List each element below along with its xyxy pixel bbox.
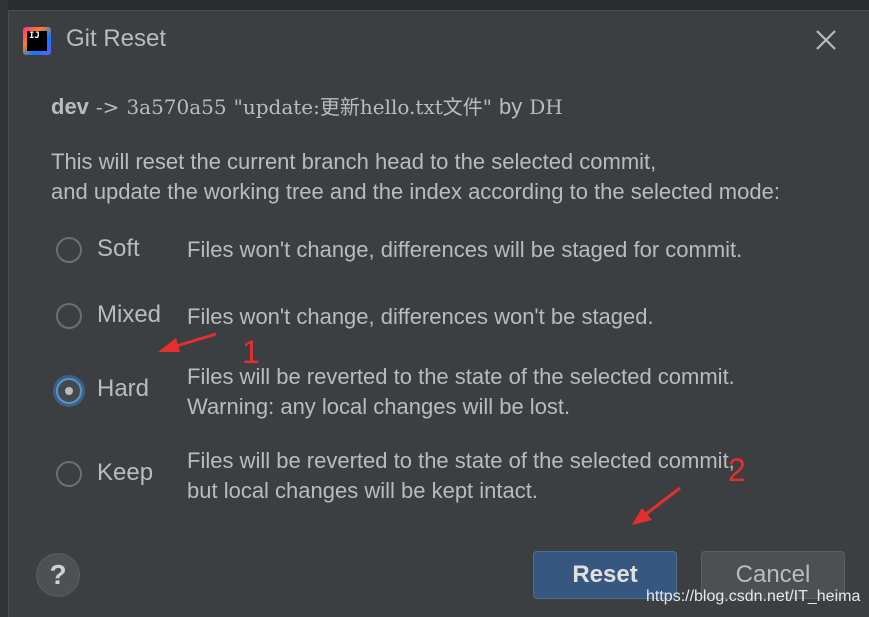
commit-message: "update:更新hello.txt文件" xyxy=(233,95,492,119)
option-desc-line: Files will be reverted to the state of t… xyxy=(187,364,735,389)
watermark-text: https://blog.csdn.net/IT_heima xyxy=(646,588,861,605)
help-button[interactable]: ? xyxy=(36,553,80,597)
commit-summary: dev -> 3a570a55 "update:更新hello.txt文件" b… xyxy=(51,91,563,120)
option-desc-warning: Warning: any local changes will be lost. xyxy=(187,394,571,419)
git-reset-dialog: IJ Git Reset dev -> 3a570a55 "update:更新h… xyxy=(8,10,869,617)
option-label-hard[interactable]: Hard xyxy=(97,375,149,403)
dialog-titlebar: IJ Git Reset xyxy=(9,11,869,69)
option-desc-line: Files won't change, differences will be … xyxy=(187,237,743,262)
option-label-mixed[interactable]: Mixed xyxy=(97,301,161,329)
radio-mixed[interactable] xyxy=(56,303,82,329)
option-desc-line: but local changes will be kept intact. xyxy=(187,478,538,503)
radio-hard[interactable] xyxy=(56,378,82,404)
option-desc-soft: Files won't change, differences will be … xyxy=(187,235,742,265)
window-left-strip xyxy=(0,0,8,617)
description-line: This will reset the current branch head … xyxy=(51,149,657,174)
reset-description: This will reset the current branch head … xyxy=(51,147,780,207)
close-button[interactable] xyxy=(809,23,843,57)
app-icon-text: IJ xyxy=(27,31,47,51)
commit-author: DH xyxy=(529,95,563,119)
branch-name: dev xyxy=(51,94,89,119)
commit-by: by xyxy=(498,94,523,119)
commit-hash: 3a570a55 xyxy=(126,95,227,119)
radio-keep[interactable] xyxy=(56,461,82,487)
radio-soft[interactable] xyxy=(56,237,82,263)
annotation-number-1: 1 xyxy=(242,334,260,370)
option-label-soft[interactable]: Soft xyxy=(97,235,140,263)
annotation-number-2: 2 xyxy=(728,452,746,488)
intellij-app-icon: IJ xyxy=(23,27,51,55)
option-desc-hard: Files will be reverted to the state of t… xyxy=(187,362,735,422)
option-label-keep[interactable]: Keep xyxy=(97,459,153,487)
option-desc-line: Files will be reverted to the state of t… xyxy=(187,448,735,473)
close-icon xyxy=(816,30,836,50)
description-line: and update the working tree and the inde… xyxy=(51,179,780,204)
dialog-title: Git Reset xyxy=(66,25,167,52)
window-top-strip xyxy=(0,0,869,10)
option-desc-keep: Files will be reverted to the state of t… xyxy=(187,446,735,506)
option-desc-line: Files won't change, differences won't be… xyxy=(187,304,654,329)
commit-arrow: -> xyxy=(95,95,120,119)
option-desc-mixed: Files won't change, differences won't be… xyxy=(187,302,654,332)
